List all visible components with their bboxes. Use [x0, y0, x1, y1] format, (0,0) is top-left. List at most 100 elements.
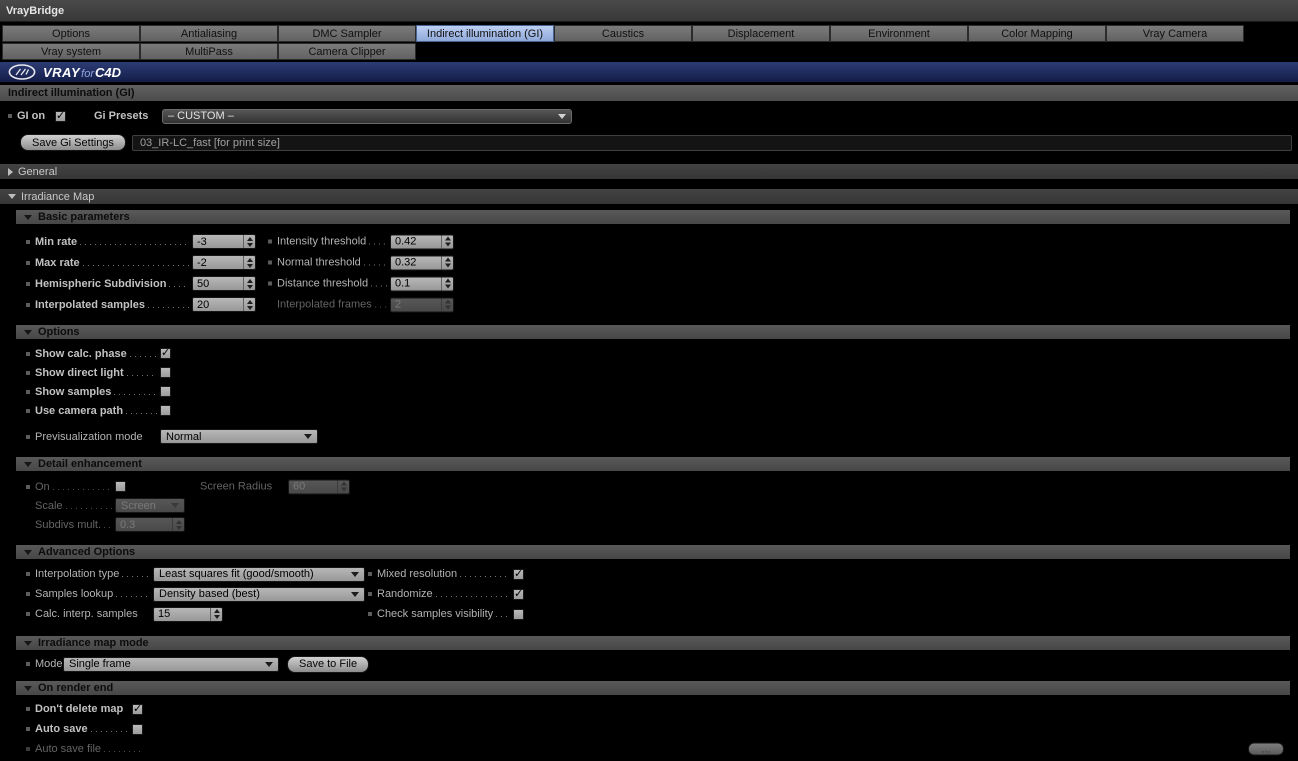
dotted-leader — [80, 243, 189, 245]
browse-file-button[interactable]: ... — [1248, 742, 1284, 756]
interpolated-frames-field: 2 — [390, 297, 454, 312]
hemispheric-subdivision-field[interactable]: 50 — [192, 276, 256, 291]
stepper[interactable] — [441, 235, 453, 248]
param-dot — [26, 592, 30, 596]
dotted-leader — [374, 306, 387, 308]
interpolated-samples-field[interactable]: 20 — [192, 297, 256, 312]
window-title: VrayBridge — [6, 4, 65, 17]
calc-interp-samples-field[interactable]: 15 — [153, 606, 223, 622]
tab-color-mapping[interactable]: Color Mapping — [968, 25, 1106, 42]
section-irradiance-map[interactable]: Irradiance Map — [0, 189, 1298, 204]
subdivs-mult-field: 0.3 — [115, 517, 185, 532]
subdivs-mult-row: Subdivs mult. 0.3 — [0, 515, 1298, 534]
auto-save-checkbox[interactable] — [132, 723, 143, 735]
check-samples-visibility-checkbox[interactable] — [513, 608, 524, 620]
normal-threshold-field[interactable]: 0.32 — [390, 255, 454, 270]
tab-indirect-illumination-gi[interactable]: Indirect illumination (GI) — [416, 25, 554, 42]
interpolated-frames-label: Interpolated frames — [277, 299, 390, 311]
dotted-leader — [126, 374, 157, 376]
stepper[interactable] — [441, 277, 453, 290]
interpolation-type-label: Interpolation type — [35, 568, 153, 580]
detail-on-checkbox[interactable] — [115, 481, 126, 492]
param-dot — [26, 572, 30, 576]
distance-threshold-field[interactable]: 0.1 — [390, 276, 454, 291]
param-dot — [26, 484, 30, 489]
stepper[interactable] — [210, 607, 222, 621]
calc-interp-samples-row: Calc. interp. samples 15 Check samples v… — [0, 604, 1298, 624]
detail-scale-label: Scale — [35, 500, 115, 512]
use-camera-path-label: Use camera path — [35, 405, 160, 417]
randomize-checkbox[interactable]: ✓ — [513, 588, 524, 600]
gi-on-checkbox[interactable]: ✓ — [55, 110, 66, 122]
gi-settings-filename-field[interactable]: 03_IR-LC_fast [for print size] — [131, 134, 1292, 151]
tab-vray-camera[interactable]: Vray Camera — [1106, 25, 1244, 42]
expanded-triangle-icon — [24, 549, 32, 555]
normal-threshold-label: Normal threshold — [277, 257, 390, 269]
section-irradiance-map-title: Irradiance Map — [21, 190, 95, 203]
previsualization-mode-dropdown[interactable]: Normal — [160, 429, 318, 444]
param-dot — [26, 612, 30, 616]
show-samples-checkbox[interactable] — [160, 386, 171, 397]
tab-options[interactable]: Options — [2, 25, 140, 42]
tab-caustics[interactable]: Caustics — [554, 25, 692, 42]
dotted-leader — [435, 596, 510, 597]
stepper[interactable] — [243, 256, 255, 269]
tab-environment[interactable]: Environment — [830, 25, 968, 42]
on-render-end-title: On render end — [38, 682, 114, 694]
detail-on-row: On Screen Radius 60 — [0, 477, 1298, 496]
subsection-advanced-options[interactable]: Advanced Options — [16, 545, 1290, 559]
show-direct-light-row: Show direct light — [0, 363, 1298, 382]
intensity-threshold-field[interactable]: 0.42 — [390, 234, 454, 249]
vrayforc4d-logo-icon — [8, 64, 36, 80]
hemispheric-subdivision-label: Hemispheric Subdivision — [35, 278, 192, 290]
expanded-triangle-icon — [24, 214, 32, 220]
dotted-leader — [369, 243, 387, 245]
param-dot — [26, 351, 30, 356]
tab-dmc-sampler[interactable]: DMC Sampler — [278, 25, 416, 42]
save-to-file-button[interactable]: Save to File — [287, 655, 370, 673]
show-samples-row: Show samples — [0, 382, 1298, 401]
vray-banner: VRAY for C4D — [0, 62, 1298, 82]
stepper[interactable] — [441, 256, 453, 269]
samples-lookup-dropdown[interactable]: Density based (best) — [153, 586, 365, 602]
show-samples-label: Show samples — [35, 386, 160, 398]
interpolation-type-row: Interpolation type Least squares fit (go… — [0, 564, 1298, 584]
tab-multipass[interactable]: MultiPass — [140, 43, 278, 60]
tab-vray-system[interactable]: Vray system — [2, 43, 140, 60]
param-dot — [26, 260, 30, 265]
subsection-basic-parameters[interactable]: Basic parameters — [16, 210, 1290, 224]
check-samples-visibility-label: Check samples visibility — [377, 608, 513, 620]
max-rate-field[interactable]: -2 — [192, 255, 256, 270]
distance-threshold-label: Distance threshold — [277, 278, 390, 290]
stepper[interactable] — [243, 235, 255, 248]
mode-dropdown[interactable]: Single frame — [63, 656, 279, 672]
stepper[interactable] — [243, 298, 255, 311]
stepper — [337, 480, 349, 493]
dotted-leader — [104, 751, 142, 752]
subsection-detail-enhancement[interactable]: Detail enhancement — [16, 457, 1290, 471]
mixed-resolution-checkbox[interactable]: ✓ — [513, 568, 524, 580]
show-calc-phase-checkbox[interactable]: ✓ — [160, 348, 171, 359]
intensity-threshold-label: Intensity threshold — [277, 236, 390, 248]
expanded-triangle-icon — [24, 640, 32, 646]
stepper[interactable] — [243, 277, 255, 290]
subsection-irradiance-map-mode[interactable]: Irradiance map mode — [16, 636, 1290, 650]
gi-presets-dropdown[interactable]: – CUSTOM – — [162, 108, 572, 124]
dont-delete-map-checkbox[interactable]: ✓ — [132, 703, 143, 715]
mixed-resolution-label: Mixed resolution — [377, 568, 513, 580]
subsection-on-render-end[interactable]: On render end — [16, 681, 1290, 695]
dotted-leader — [104, 526, 112, 528]
tab-displacement[interactable]: Displacement — [692, 25, 830, 42]
detail-scale-row: Scale Screen — [0, 496, 1298, 515]
show-direct-light-checkbox[interactable] — [160, 367, 171, 378]
param-dot — [26, 302, 30, 307]
save-gi-settings-button[interactable]: Save Gi Settings — [20, 134, 126, 151]
tab-antialiasing[interactable]: Antialiasing — [140, 25, 278, 42]
min-rate-field[interactable]: -3 — [192, 234, 256, 249]
section-general[interactable]: General — [0, 164, 1298, 179]
subsection-options[interactable]: Options — [16, 325, 1290, 339]
interpolation-type-dropdown[interactable]: Least squares fit (good/smooth) — [153, 566, 365, 582]
tab-camera-clipper[interactable]: Camera Clipper — [278, 43, 416, 60]
mode-row: Mode Single frame Save to File — [0, 655, 1298, 673]
use-camera-path-checkbox[interactable] — [160, 405, 171, 416]
